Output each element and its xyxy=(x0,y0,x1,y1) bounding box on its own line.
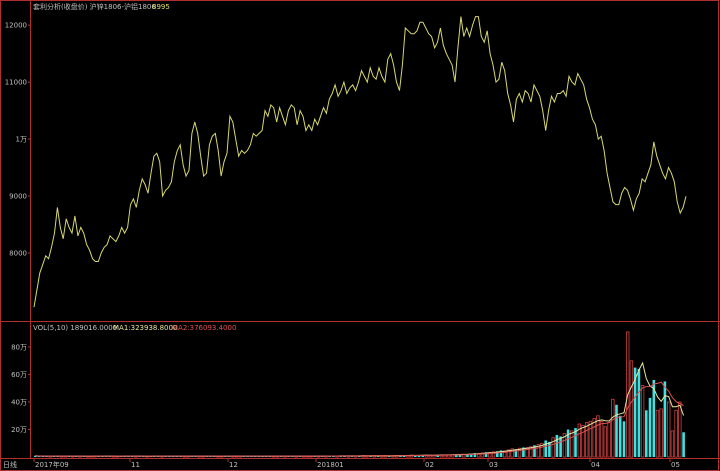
price-y-axis: 12000 11000 1万 9000 8000 xyxy=(5,22,31,258)
volume-bar xyxy=(599,420,604,458)
volume-bar xyxy=(548,441,551,457)
volume-tick-label: 80万 xyxy=(11,344,27,352)
time-tick-label: 05 xyxy=(671,461,680,469)
volume-bar xyxy=(659,408,663,458)
ma2-label: MA2:376093.4000 xyxy=(172,324,236,332)
time-tick-label: 11 xyxy=(131,461,140,469)
volume-bar xyxy=(637,369,641,457)
volume-bar xyxy=(640,385,645,458)
volume-bar xyxy=(667,401,671,458)
chart-canvas: 套利分析(收盘价) 沪锌1806-沪铝1806 8995 12000110001… xyxy=(0,0,720,471)
volume-bar xyxy=(682,432,685,458)
volume-bar xyxy=(555,435,559,457)
volume-bar xyxy=(581,424,585,458)
volume-bar xyxy=(674,409,678,458)
volume-bar xyxy=(611,398,615,458)
time-tick-label: 2017年09 xyxy=(35,460,69,469)
volume-bar xyxy=(670,430,675,458)
volume-bar xyxy=(596,415,600,458)
chart-frame xyxy=(0,0,719,471)
price-tick-label: 11000 xyxy=(5,79,27,87)
price-tick-label: 1万 xyxy=(16,136,27,144)
volume-bar xyxy=(622,421,626,458)
volume-bar xyxy=(655,409,660,458)
price-tick-label: 8000 xyxy=(9,250,27,258)
last-value: 8995 xyxy=(152,3,170,11)
price-spread-line xyxy=(33,16,687,308)
volume-bar xyxy=(678,401,682,458)
volume-y-axis: 80万 60万 40万 20万 xyxy=(11,344,31,434)
volume-bar xyxy=(618,415,622,458)
volume-bar xyxy=(607,422,611,458)
price-tick-label: 12000 xyxy=(5,22,27,30)
volume-bar xyxy=(615,404,618,458)
period-label: 日线 xyxy=(3,460,17,469)
volume-bar xyxy=(603,426,607,458)
ma1-label: MA1:323938.8000 xyxy=(113,324,177,332)
volume-bar xyxy=(629,360,634,458)
price-tick-label: 9000 xyxy=(9,193,27,201)
ma1-line xyxy=(35,361,685,457)
volume-tick-label: 40万 xyxy=(11,399,27,407)
volume-bars xyxy=(34,331,685,458)
time-tick-label: 02 xyxy=(425,461,434,469)
volume-tick-label: 60万 xyxy=(11,371,27,379)
volume-tick-label: 20万 xyxy=(11,426,27,434)
time-tick-label: 201801 xyxy=(317,461,344,469)
volume-bar xyxy=(559,436,562,457)
volume-bar xyxy=(648,397,652,457)
volume-label: VOL(5,10) 189016.0000 xyxy=(33,324,117,332)
volume-bar xyxy=(570,430,574,458)
time-x-axis: 2017年09 11 12 201801 02 03 04 05 xyxy=(33,458,680,469)
volume-bar xyxy=(585,422,589,458)
volume-bar xyxy=(544,440,547,457)
volume-bar xyxy=(588,420,593,458)
chart-title: 套利分析(收盘价) 沪锌1806-沪铝1806 xyxy=(33,2,156,11)
time-tick-label: 04 xyxy=(591,461,600,469)
volume-bar xyxy=(663,381,667,457)
volume-bar xyxy=(645,410,648,458)
ma2-line xyxy=(35,381,684,457)
time-tick-label: 03 xyxy=(489,461,498,469)
volume-bar xyxy=(592,418,596,458)
time-tick-label: 12 xyxy=(229,461,238,469)
